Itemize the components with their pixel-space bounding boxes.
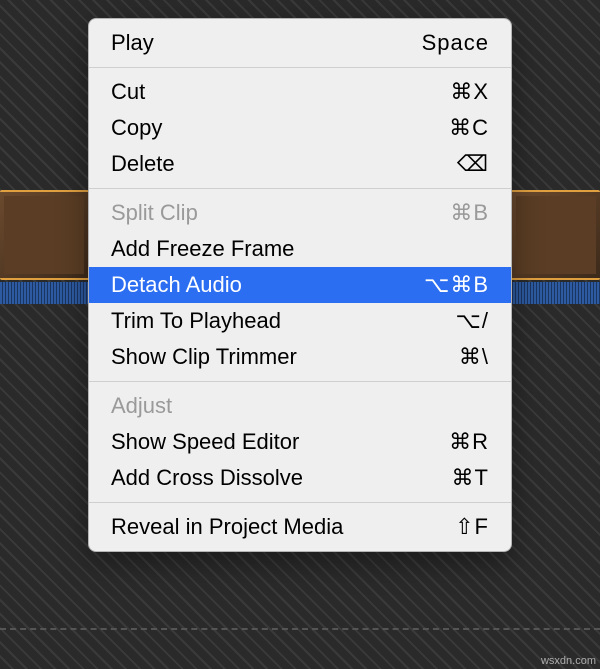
menu-item-detach-audio[interactable]: Detach Audio ⌥⌘B	[89, 267, 511, 303]
backspace-icon: ⌫	[457, 153, 489, 175]
menu-shortcut: ⌘\	[459, 344, 489, 370]
watermark: wsxdn.com	[541, 655, 596, 667]
menu-label: Add Freeze Frame	[111, 236, 294, 262]
menu-item-add-freeze-frame[interactable]: Add Freeze Frame	[89, 231, 511, 267]
menu-shortcut: ⇧F	[455, 514, 489, 540]
menu-separator	[89, 67, 511, 68]
menu-shortcut: ⌘T	[452, 465, 489, 491]
menu-item-copy[interactable]: Copy ⌘C	[89, 110, 511, 146]
menu-label: Copy	[111, 115, 162, 141]
menu-shortcut: ⌘X	[450, 79, 489, 105]
menu-shortcut: ⌘R	[449, 429, 489, 455]
video-clip-right[interactable]	[510, 190, 600, 280]
menu-item-reveal-in-project-media[interactable]: Reveal in Project Media ⇧F	[89, 509, 511, 545]
menu-item-show-clip-trimmer[interactable]: Show Clip Trimmer ⌘\	[89, 339, 511, 375]
menu-label: Add Cross Dissolve	[111, 465, 303, 491]
menu-shortcut: ⌥⌘B	[424, 272, 489, 298]
menu-shortcut: ⌘C	[449, 115, 489, 141]
menu-shortcut: ⌥/	[456, 308, 489, 334]
menu-shortcut: Space	[422, 30, 489, 56]
menu-label: Show Clip Trimmer	[111, 344, 297, 370]
menu-item-adjust: Adjust	[89, 388, 511, 424]
menu-label: Play	[111, 30, 154, 56]
menu-label: Split Clip	[111, 200, 198, 226]
menu-shortcut: ⌘B	[450, 200, 489, 226]
audio-waveform-right[interactable]	[510, 282, 600, 304]
menu-item-cut[interactable]: Cut ⌘X	[89, 74, 511, 110]
menu-item-show-speed-editor[interactable]: Show Speed Editor ⌘R	[89, 424, 511, 460]
timeline-divider	[0, 628, 600, 630]
menu-item-split-clip: Split Clip ⌘B	[89, 195, 511, 231]
audio-waveform-left[interactable]	[0, 282, 90, 304]
menu-label: Adjust	[111, 393, 172, 419]
menu-label: Detach Audio	[111, 272, 242, 298]
menu-label: Reveal in Project Media	[111, 514, 343, 540]
menu-label: Trim To Playhead	[111, 308, 281, 334]
video-clip-left[interactable]	[0, 190, 90, 280]
menu-item-delete[interactable]: Delete ⌫	[89, 146, 511, 182]
menu-item-trim-to-playhead[interactable]: Trim To Playhead ⌥/	[89, 303, 511, 339]
menu-label: Show Speed Editor	[111, 429, 299, 455]
menu-item-add-cross-dissolve[interactable]: Add Cross Dissolve ⌘T	[89, 460, 511, 496]
menu-label: Delete	[111, 151, 175, 177]
menu-label: Cut	[111, 79, 145, 105]
menu-item-play[interactable]: Play Space	[89, 25, 511, 61]
menu-separator	[89, 381, 511, 382]
menu-separator	[89, 188, 511, 189]
menu-separator	[89, 502, 511, 503]
context-menu: Play Space Cut ⌘X Copy ⌘C Delete ⌫ Split…	[88, 18, 512, 552]
